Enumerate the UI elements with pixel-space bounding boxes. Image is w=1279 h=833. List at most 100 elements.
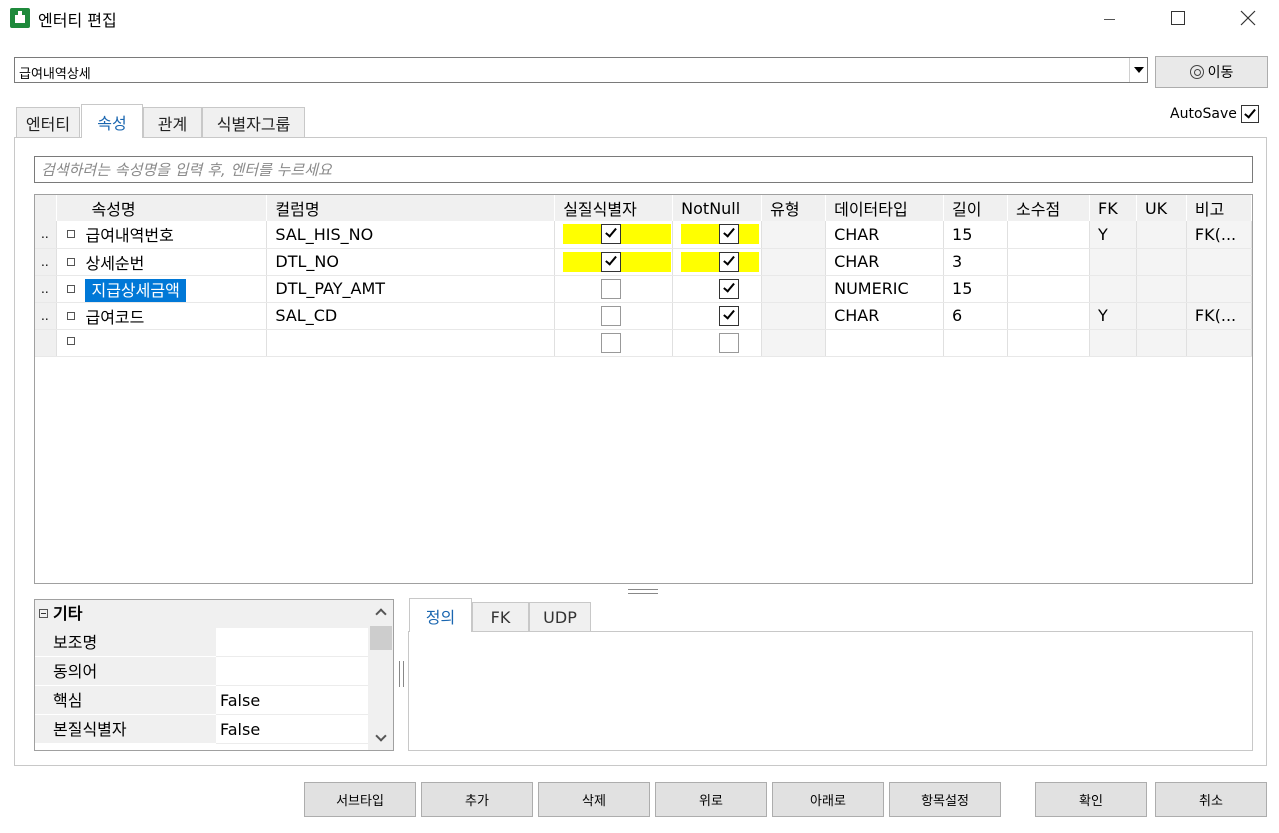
collapse-icon[interactable] [39,609,48,618]
move-up-button[interactable]: 위로 [655,782,767,817]
tab-relations[interactable]: 관계 [143,107,202,137]
length-cell[interactable]: 15 [943,275,1009,303]
notnull-checkbox[interactable] [719,305,740,326]
notnull-cell[interactable] [672,275,763,303]
column-name-cell[interactable]: DTL_NO [266,248,556,276]
col-header-scale[interactable]: 소수점 [1007,195,1090,221]
property-row[interactable]: 보조명 [35,628,368,657]
type-cell[interactable] [761,221,827,249]
col-header-note[interactable]: 비고 [1186,195,1252,221]
column-name-cell[interactable]: SAL_HIS_NO [266,221,556,249]
notnull-checkbox[interactable] [719,251,740,272]
column-name-cell[interactable]: SAL_CD [266,302,556,330]
pk-checkbox[interactable] [601,278,622,299]
horizontal-splitter[interactable] [628,589,658,594]
col-header-length[interactable]: 길이 [943,195,1009,221]
type-cell[interactable] [761,248,827,276]
datatype-cell[interactable]: CHAR [825,248,945,276]
table-row[interactable]: .. 급여코드 SAL_CD CHAR 6 Y FK(... [35,302,1252,330]
pk-cell[interactable] [554,329,674,357]
length-cell[interactable]: 6 [943,302,1009,330]
table-row[interactable]: .. 급여내역번호 SAL_HIS_NO CHAR 15 Y FK(... [35,221,1252,249]
notnull-cell[interactable] [672,221,763,249]
autosave-checkbox[interactable] [1240,105,1259,123]
property-value[interactable]: False [216,715,368,744]
col-header-uk[interactable]: UK [1136,195,1187,221]
row-header[interactable] [35,329,58,357]
add-button[interactable]: 추가 [421,782,533,817]
pk-cell[interactable] [554,248,674,276]
pk-cell[interactable] [554,275,674,303]
pk-cell[interactable] [554,302,674,330]
attr-name-cell[interactable]: 지급상세금액 [56,275,268,303]
notnull-cell[interactable] [672,248,763,276]
property-row[interactable]: 본질식별자 False [35,715,368,744]
col-header-column[interactable]: 컬럼명 [266,195,556,221]
table-row[interactable] [35,329,1252,357]
col-header-attr[interactable]: 속성명 [56,195,268,221]
scale-cell[interactable] [1007,221,1090,249]
scale-cell[interactable] [1007,302,1090,330]
item-settings-button[interactable]: 항목설정 [889,782,1001,817]
pk-cell[interactable] [554,221,674,249]
scale-cell[interactable] [1007,275,1090,303]
pk-checkbox[interactable] [601,305,622,326]
type-cell[interactable] [761,302,827,330]
table-row[interactable]: .. 상세순번 DTL_NO CHAR 3 [35,248,1252,276]
tab-fk[interactable]: FK [472,602,529,632]
tab-identifier-groups[interactable]: 식별자그룹 [202,107,305,137]
length-cell[interactable]: 15 [943,221,1009,249]
minimize-button[interactable] [1086,0,1132,36]
row-header[interactable]: .. [35,275,58,303]
cancel-button[interactable]: 취소 [1155,782,1267,817]
search-input[interactable] [35,157,1252,182]
close-button[interactable] [1225,0,1271,36]
property-scrollbar[interactable] [368,600,393,750]
pk-checkbox[interactable] [601,251,622,272]
notnull-cell[interactable] [672,329,763,357]
property-value[interactable]: False [216,686,368,715]
length-cell[interactable] [943,329,1009,357]
datatype-cell[interactable]: CHAR [825,221,945,249]
column-name-cell[interactable] [266,329,556,357]
delete-button[interactable]: 삭제 [538,782,650,817]
attr-name-cell[interactable] [56,329,268,357]
table-row[interactable]: .. 지급상세금액 DTL_PAY_AMT NUMERIC 15 [35,275,1252,303]
col-header-datatype[interactable]: 데이터타입 [825,195,945,221]
move-button[interactable]: 이동 [1155,56,1268,88]
property-category[interactable]: 기타 [35,600,375,628]
scale-cell[interactable] [1007,248,1090,276]
datatype-cell[interactable] [825,329,945,357]
row-header[interactable]: .. [35,248,58,276]
search-box[interactable] [34,156,1253,183]
property-value[interactable] [216,657,368,686]
notnull-checkbox[interactable] [719,278,740,299]
pk-checkbox[interactable] [601,332,622,353]
type-cell[interactable] [761,329,827,357]
notnull-checkbox[interactable] [719,332,740,353]
column-name-cell[interactable]: DTL_PAY_AMT [266,275,556,303]
attr-name-cell[interactable]: 급여내역번호 [56,221,268,249]
col-header-type[interactable]: 유형 [761,195,827,221]
notnull-checkbox[interactable] [719,224,740,245]
move-down-button[interactable]: 아래로 [772,782,884,817]
col-header-notnull[interactable]: NotNull [672,195,763,221]
row-header[interactable]: .. [35,221,58,249]
property-row[interactable]: 핵심 False [35,686,368,715]
tab-attributes[interactable]: 속성 [81,104,143,138]
ok-button[interactable]: 확인 [1035,782,1147,817]
property-value[interactable] [216,628,368,657]
notnull-cell[interactable] [672,302,763,330]
definition-panel[interactable] [408,631,1253,751]
tab-entity[interactable]: 엔터티 [16,107,80,137]
scroll-down-button[interactable] [368,726,393,750]
maximize-button[interactable] [1155,0,1201,36]
attr-name-cell[interactable]: 상세순번 [56,248,268,276]
subtype-button[interactable]: 서브타입 [304,782,416,817]
tab-udp[interactable]: UDP [529,602,591,632]
tab-definition[interactable]: 정의 [409,598,472,632]
dropdown-arrow-icon[interactable] [1129,58,1147,82]
row-header[interactable]: .. [35,302,58,330]
autosave-toggle[interactable]: AutoSave [1170,105,1259,123]
entity-select[interactable]: 급여내역상세 [14,57,1148,83]
